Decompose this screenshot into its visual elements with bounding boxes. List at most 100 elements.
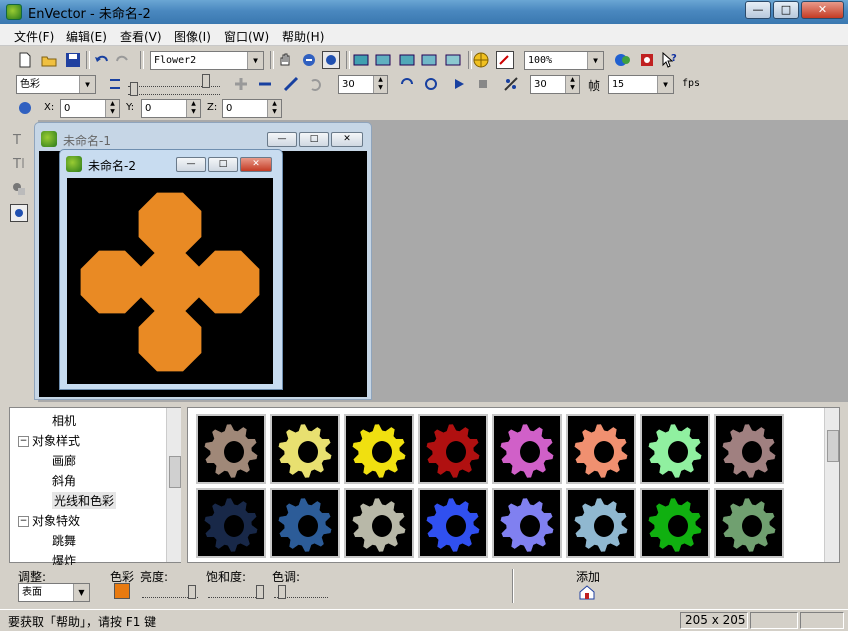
flower-shape[interactable]: [67, 178, 273, 384]
document-2-canvas[interactable]: [67, 178, 273, 384]
hue-slider[interactable]: [274, 583, 328, 599]
adjust-target-select[interactable]: 表面 ▼: [18, 583, 90, 602]
loop-back-icon[interactable]: [306, 75, 324, 93]
web-export-icon[interactable]: [614, 51, 632, 69]
keyframe-spinner[interactable]: 30 ▲ ▼: [338, 75, 388, 94]
gallery-thumb[interactable]: [270, 414, 340, 484]
doc2-close-icon[interactable]: ✕: [240, 157, 272, 172]
mode-select[interactable]: 色彩 ▼: [16, 75, 96, 94]
tree-expander-icon[interactable]: −: [18, 516, 29, 527]
tree-item[interactable]: 跳舞: [52, 532, 76, 549]
frame-nav-icon[interactable]: [106, 75, 124, 93]
remove-keyframe-icon[interactable]: [256, 75, 274, 93]
gallery-thumb[interactable]: [196, 488, 266, 558]
timeline-slider-bottom[interactable]: [128, 80, 220, 96]
speed-icon[interactable]: [502, 75, 520, 93]
tree-scrollbar[interactable]: [166, 408, 181, 562]
gallery-thumb[interactable]: [344, 414, 414, 484]
zoom-select[interactable]: 100% ▼: [524, 51, 604, 70]
tree-item[interactable]: 相机: [52, 412, 76, 429]
loop-icon[interactable]: [398, 75, 416, 93]
doc2-maximize-icon[interactable]: □: [208, 157, 238, 172]
gallery-thumb[interactable]: [270, 488, 340, 558]
gallery-thumb[interactable]: [492, 488, 562, 558]
view-back-icon[interactable]: [374, 51, 392, 69]
gallery-thumb[interactable]: [492, 414, 562, 484]
saturation-slider[interactable]: [208, 583, 264, 599]
undo-icon[interactable]: [92, 51, 110, 69]
menu-file[interactable]: 文件(F): [14, 28, 54, 45]
y-spinner[interactable]: 0 ▲ ▼: [141, 99, 201, 118]
text-tool-icon[interactable]: T: [10, 130, 28, 148]
z-spinner[interactable]: 0 ▲ ▼: [222, 99, 282, 118]
minimize-button[interactable]: —: [745, 1, 771, 19]
view-left-icon[interactable]: [398, 51, 416, 69]
doc1-minimize-icon[interactable]: —: [267, 132, 297, 147]
new-file-icon[interactable]: [16, 51, 34, 69]
gallery-thumb[interactable]: [196, 414, 266, 484]
document-window-2[interactable]: 未命名-2 — □ ✕: [59, 149, 283, 390]
text-edit-icon[interactable]: T: [10, 154, 28, 172]
gallery-thumb[interactable]: [344, 488, 414, 558]
tree-item[interactable]: 画廊: [52, 452, 76, 469]
color-export-icon[interactable]: [638, 51, 656, 69]
spinner-arrows-icon[interactable]: ▲ ▼: [105, 100, 119, 117]
spinner-arrows-icon[interactable]: ▲ ▼: [186, 100, 200, 117]
tree-item[interactable]: 光线和色彩: [52, 492, 117, 509]
tree-item[interactable]: 对象样式: [32, 432, 80, 449]
effects-tree[interactable]: 相机 − 对象样式 画廊 斜角 光线和色彩 − 对象特效 跳舞 爆炸: [9, 407, 181, 568]
play-icon[interactable]: [450, 75, 468, 93]
doc1-maximize-icon[interactable]: □: [299, 132, 329, 147]
spinner-arrows-icon[interactable]: ▲ ▼: [267, 100, 281, 117]
shape-select[interactable]: Flower2 ▼: [150, 51, 264, 70]
gallery-scrollbar[interactable]: [824, 408, 839, 562]
color-swatch[interactable]: [114, 583, 130, 599]
fps-select[interactable]: 15 ▼: [608, 75, 674, 94]
spinner-arrows-icon[interactable]: ▲ ▼: [565, 76, 579, 93]
gallery-thumb[interactable]: [714, 488, 784, 558]
position-tool-icon[interactable]: [16, 99, 34, 117]
help-pointer-icon[interactable]: ?: [660, 51, 678, 69]
redo-icon[interactable]: [114, 51, 132, 69]
view-front-icon[interactable]: [352, 51, 370, 69]
gallery-thumb[interactable]: [566, 414, 636, 484]
tree-expander-icon[interactable]: −: [18, 436, 29, 447]
close-button[interactable]: ✕: [801, 1, 844, 19]
x-spinner[interactable]: 0 ▲ ▼: [60, 99, 120, 118]
stop-icon[interactable]: [474, 75, 492, 93]
menu-image[interactable]: 图像(I): [174, 28, 211, 45]
select-tool-icon[interactable]: [10, 204, 28, 222]
rotate-object-icon[interactable]: [300, 51, 318, 69]
globe-icon[interactable]: [472, 51, 490, 69]
hand-icon[interactable]: [276, 51, 294, 69]
brightness-slider[interactable]: [142, 583, 198, 599]
properties-icon[interactable]: [496, 51, 514, 69]
save-icon[interactable]: [64, 51, 82, 69]
select-object-icon[interactable]: [322, 51, 340, 69]
gallery-thumb[interactable]: [418, 488, 488, 558]
tree-item[interactable]: 对象特效: [32, 512, 80, 529]
preset-gallery[interactable]: [187, 407, 840, 563]
gallery-thumb[interactable]: [640, 414, 710, 484]
speed-spinner[interactable]: 30 ▲ ▼: [530, 75, 580, 94]
view-bottom-icon[interactable]: [444, 51, 462, 69]
motion-path-icon[interactable]: [282, 75, 300, 93]
menu-view[interactable]: 查看(V): [120, 28, 162, 45]
gallery-thumb[interactable]: [418, 414, 488, 484]
menu-help[interactable]: 帮助(H): [282, 28, 324, 45]
shape-tool-icon[interactable]: [10, 180, 28, 198]
doc2-minimize-icon[interactable]: —: [176, 157, 206, 172]
view-top-icon[interactable]: [420, 51, 438, 69]
tree-item[interactable]: 斜角: [52, 472, 76, 489]
add-keyframe-icon[interactable]: [232, 75, 250, 93]
open-folder-icon[interactable]: [40, 51, 58, 69]
menu-edit[interactable]: 编辑(E): [66, 28, 107, 45]
gallery-thumb[interactable]: [640, 488, 710, 558]
refresh-icon[interactable]: [422, 75, 440, 93]
gallery-thumb[interactable]: [566, 488, 636, 558]
gallery-thumb[interactable]: [714, 414, 784, 484]
add-preset-icon[interactable]: [578, 583, 596, 601]
doc1-close-icon[interactable]: ✕: [331, 132, 363, 147]
menu-window[interactable]: 窗口(W): [224, 28, 269, 45]
maximize-button[interactable]: □: [773, 1, 799, 19]
